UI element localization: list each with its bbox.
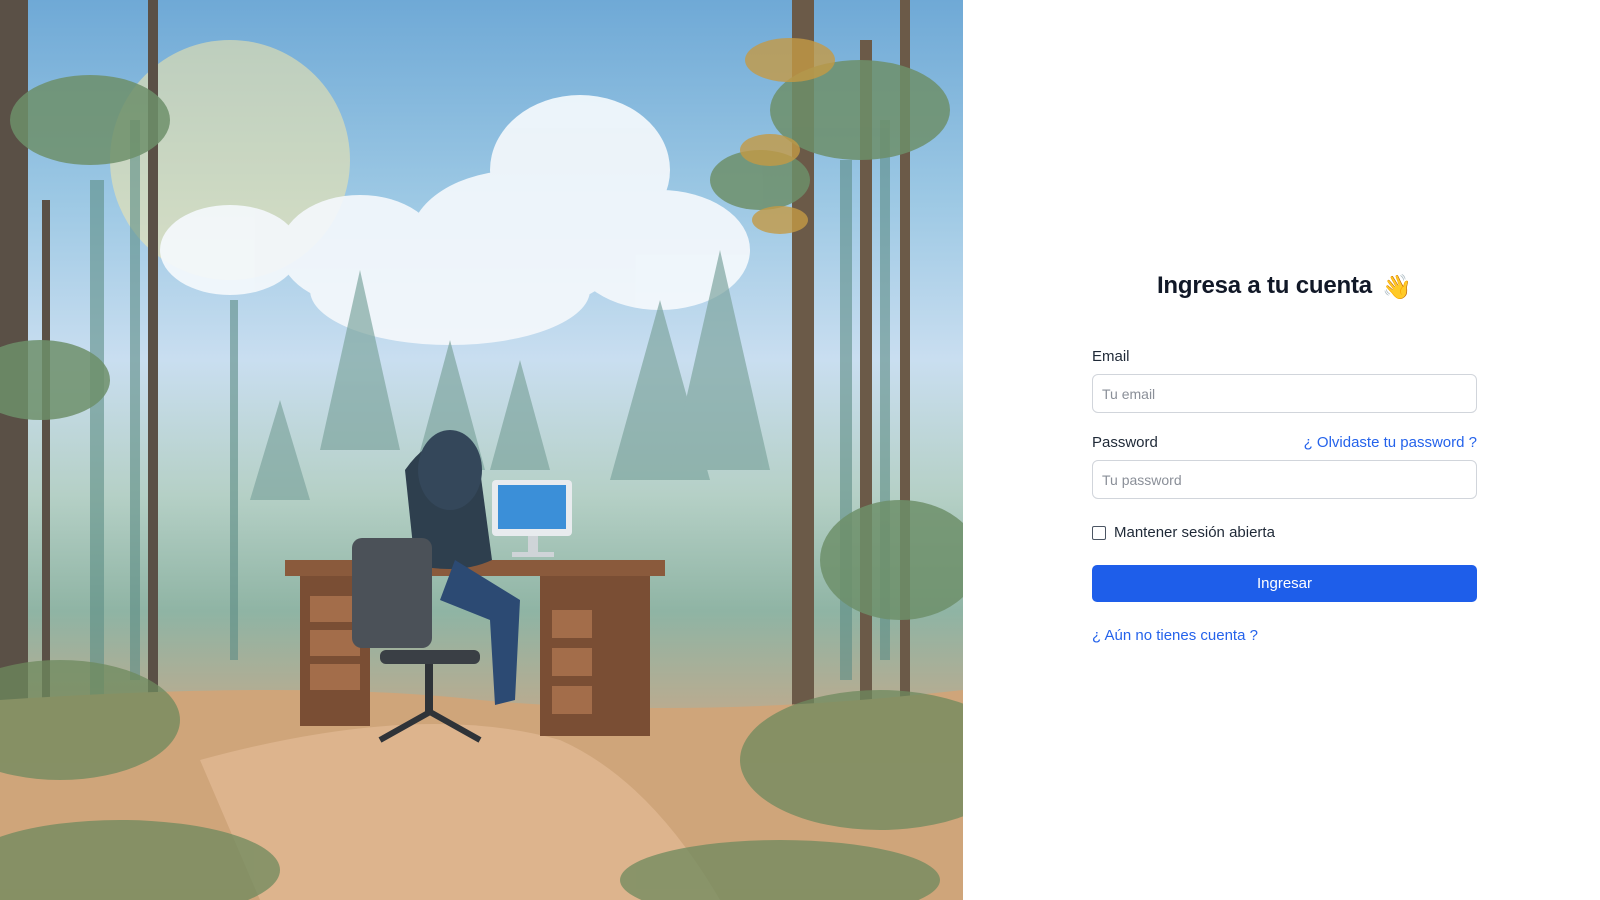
- login-panel: Ingresa a tu cuenta 👋 Email Password ¿ O…: [963, 0, 1600, 900]
- waving-hand-icon: 👋: [1382, 274, 1413, 301]
- password-field[interactable]: [1092, 460, 1477, 499]
- forest-illustration-icon: [0, 0, 963, 900]
- login-form: Ingresa a tu cuenta 👋 Email Password ¿ O…: [1092, 266, 1477, 645]
- email-label: Email: [1092, 348, 1130, 365]
- password-label: Password: [1092, 434, 1158, 451]
- email-field[interactable]: [1092, 374, 1477, 413]
- page-title-text: Ingresa a tu cuenta: [1156, 272, 1372, 299]
- login-button[interactable]: Ingresar: [1092, 565, 1477, 602]
- forgot-password-link[interactable]: ¿ Olvidaste tu password ?: [1304, 434, 1477, 451]
- signup-row: ¿ Aún no tienes cuenta ?: [1092, 627, 1477, 645]
- page-title: Ingresa a tu cuenta 👋: [1092, 266, 1477, 306]
- password-label-row: Password ¿ Olvidaste tu password ?: [1092, 434, 1477, 451]
- remember-me-row: Mantener sesión abierta: [1092, 524, 1477, 541]
- signup-link[interactable]: ¿ Aún no tienes cuenta ?: [1092, 627, 1258, 644]
- login-page: Ingresa a tu cuenta 👋 Email Password ¿ O…: [0, 0, 1600, 900]
- hero-illustration: [0, 0, 963, 900]
- remember-me-label[interactable]: Mantener sesión abierta: [1114, 524, 1275, 541]
- remember-me-checkbox[interactable]: [1092, 525, 1106, 540]
